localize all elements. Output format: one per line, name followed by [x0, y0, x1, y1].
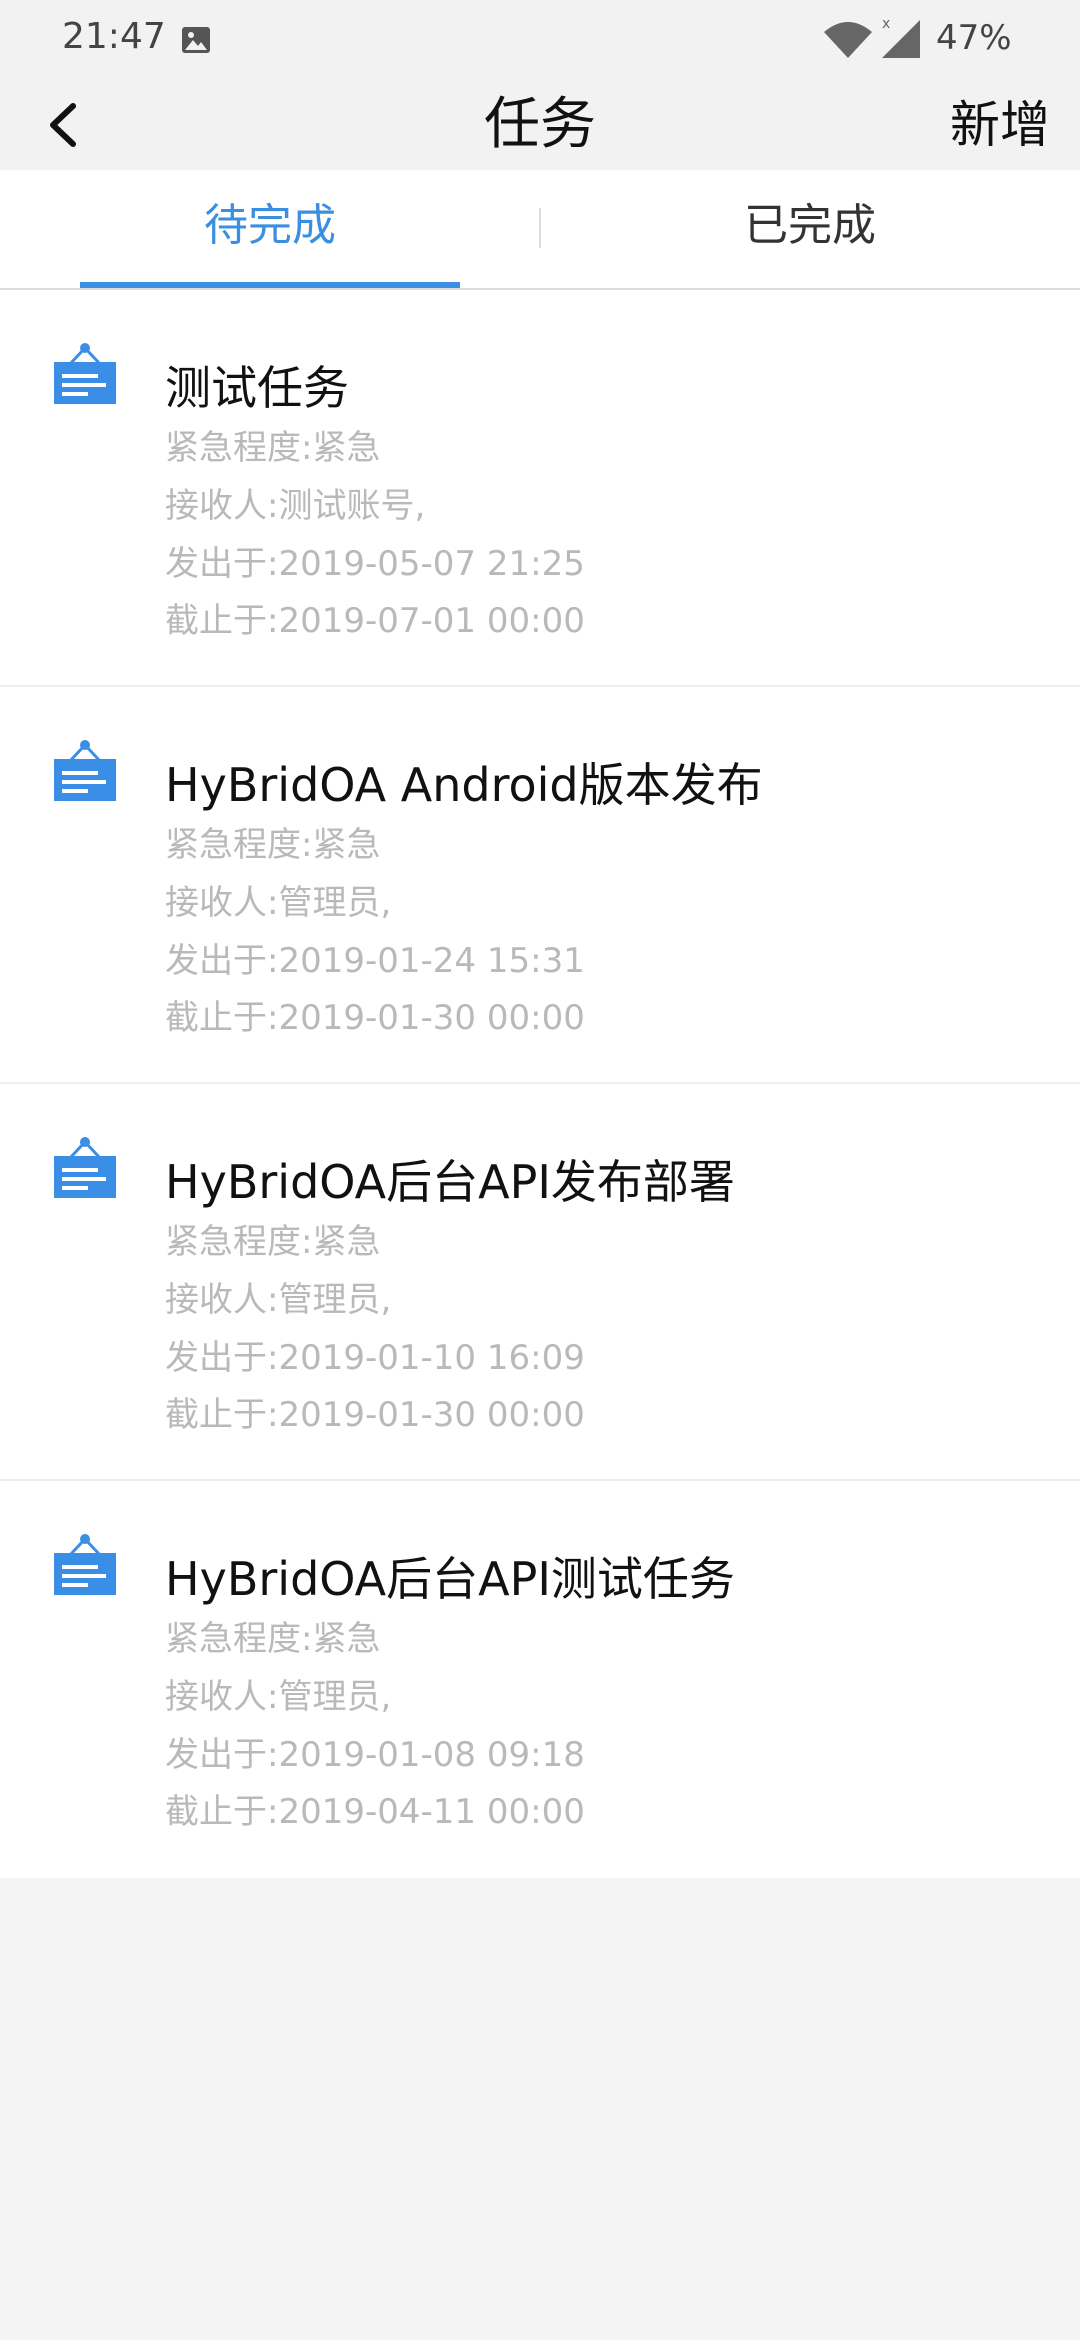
tab-divider: [539, 208, 541, 248]
task-deadline: 截止于:2019-04-11 00:00: [165, 1792, 585, 1832]
task-issued-time: 发出于:2019-05-07 21:25: [165, 544, 585, 584]
task-receiver: 接收人:管理员,: [165, 883, 392, 923]
task-item[interactable]: HyBridOA后台API测试任务 紧急程度:紧急 接收人:管理员, 发出于:2…: [0, 1481, 1080, 1878]
add-task-button[interactable]: 新增: [950, 80, 1050, 170]
nav-bar: 任务 新增: [0, 80, 1080, 170]
task-item[interactable]: HyBridOA后台API发布部署 紧急程度:紧急 接收人:管理员, 发出于:2…: [0, 1084, 1080, 1481]
task-receiver: 接收人:管理员,: [165, 1677, 392, 1717]
task-board-icon: [54, 343, 116, 404]
task-receiver: 接收人:管理员,: [165, 1280, 392, 1320]
task-urgency: 紧急程度:紧急: [165, 825, 381, 865]
task-title: HyBridOA后台API测试任务: [165, 1552, 735, 1606]
image-icon: [182, 27, 210, 53]
task-board-icon: [54, 1534, 116, 1595]
task-list: 测试任务 紧急程度:紧急 接收人:测试账号, 发出于:2019-05-07 21…: [0, 290, 1080, 1878]
tab-pending[interactable]: 待完成: [80, 170, 460, 288]
task-item[interactable]: HyBridOA Android版本发布 紧急程度:紧急 接收人:管理员, 发出…: [0, 687, 1080, 1084]
signal-icon: x: [882, 16, 920, 58]
task-issued-time: 发出于:2019-01-24 15:31: [165, 941, 585, 981]
task-issued-time: 发出于:2019-01-08 09:18: [165, 1735, 585, 1775]
tab-active-indicator: [80, 282, 460, 288]
tab-bar: 待完成 已完成: [0, 170, 1080, 290]
task-receiver: 接收人:测试账号,: [165, 486, 426, 526]
task-board-icon: [54, 1137, 116, 1198]
status-bar: 21:47 x 47%: [0, 0, 1080, 80]
task-item[interactable]: 测试任务 紧急程度:紧急 接收人:测试账号, 发出于:2019-05-07 21…: [0, 290, 1080, 687]
back-button[interactable]: [28, 90, 98, 160]
task-issued-time: 发出于:2019-01-10 16:09: [165, 1338, 585, 1378]
svg-text:x: x: [882, 16, 890, 32]
task-deadline: 截止于:2019-01-30 00:00: [165, 998, 585, 1038]
battery-level: 47%: [936, 18, 1012, 58]
task-urgency: 紧急程度:紧急: [165, 1222, 381, 1262]
task-deadline: 截止于:2019-01-30 00:00: [165, 1395, 585, 1435]
tab-completed[interactable]: 已完成: [620, 170, 1000, 288]
task-title: HyBridOA后台API发布部署: [165, 1155, 735, 1209]
task-urgency: 紧急程度:紧急: [165, 1619, 381, 1659]
task-urgency: 紧急程度:紧急: [165, 428, 381, 468]
status-time: 21:47: [62, 16, 166, 57]
task-deadline: 截止于:2019-07-01 00:00: [165, 601, 585, 641]
chevron-left-icon: [50, 103, 76, 147]
wifi-icon: [824, 22, 872, 58]
page-title: 任务: [484, 92, 596, 157]
task-title: 测试任务: [165, 361, 349, 415]
task-board-icon: [54, 740, 116, 801]
task-title: HyBridOA Android版本发布: [165, 758, 763, 812]
